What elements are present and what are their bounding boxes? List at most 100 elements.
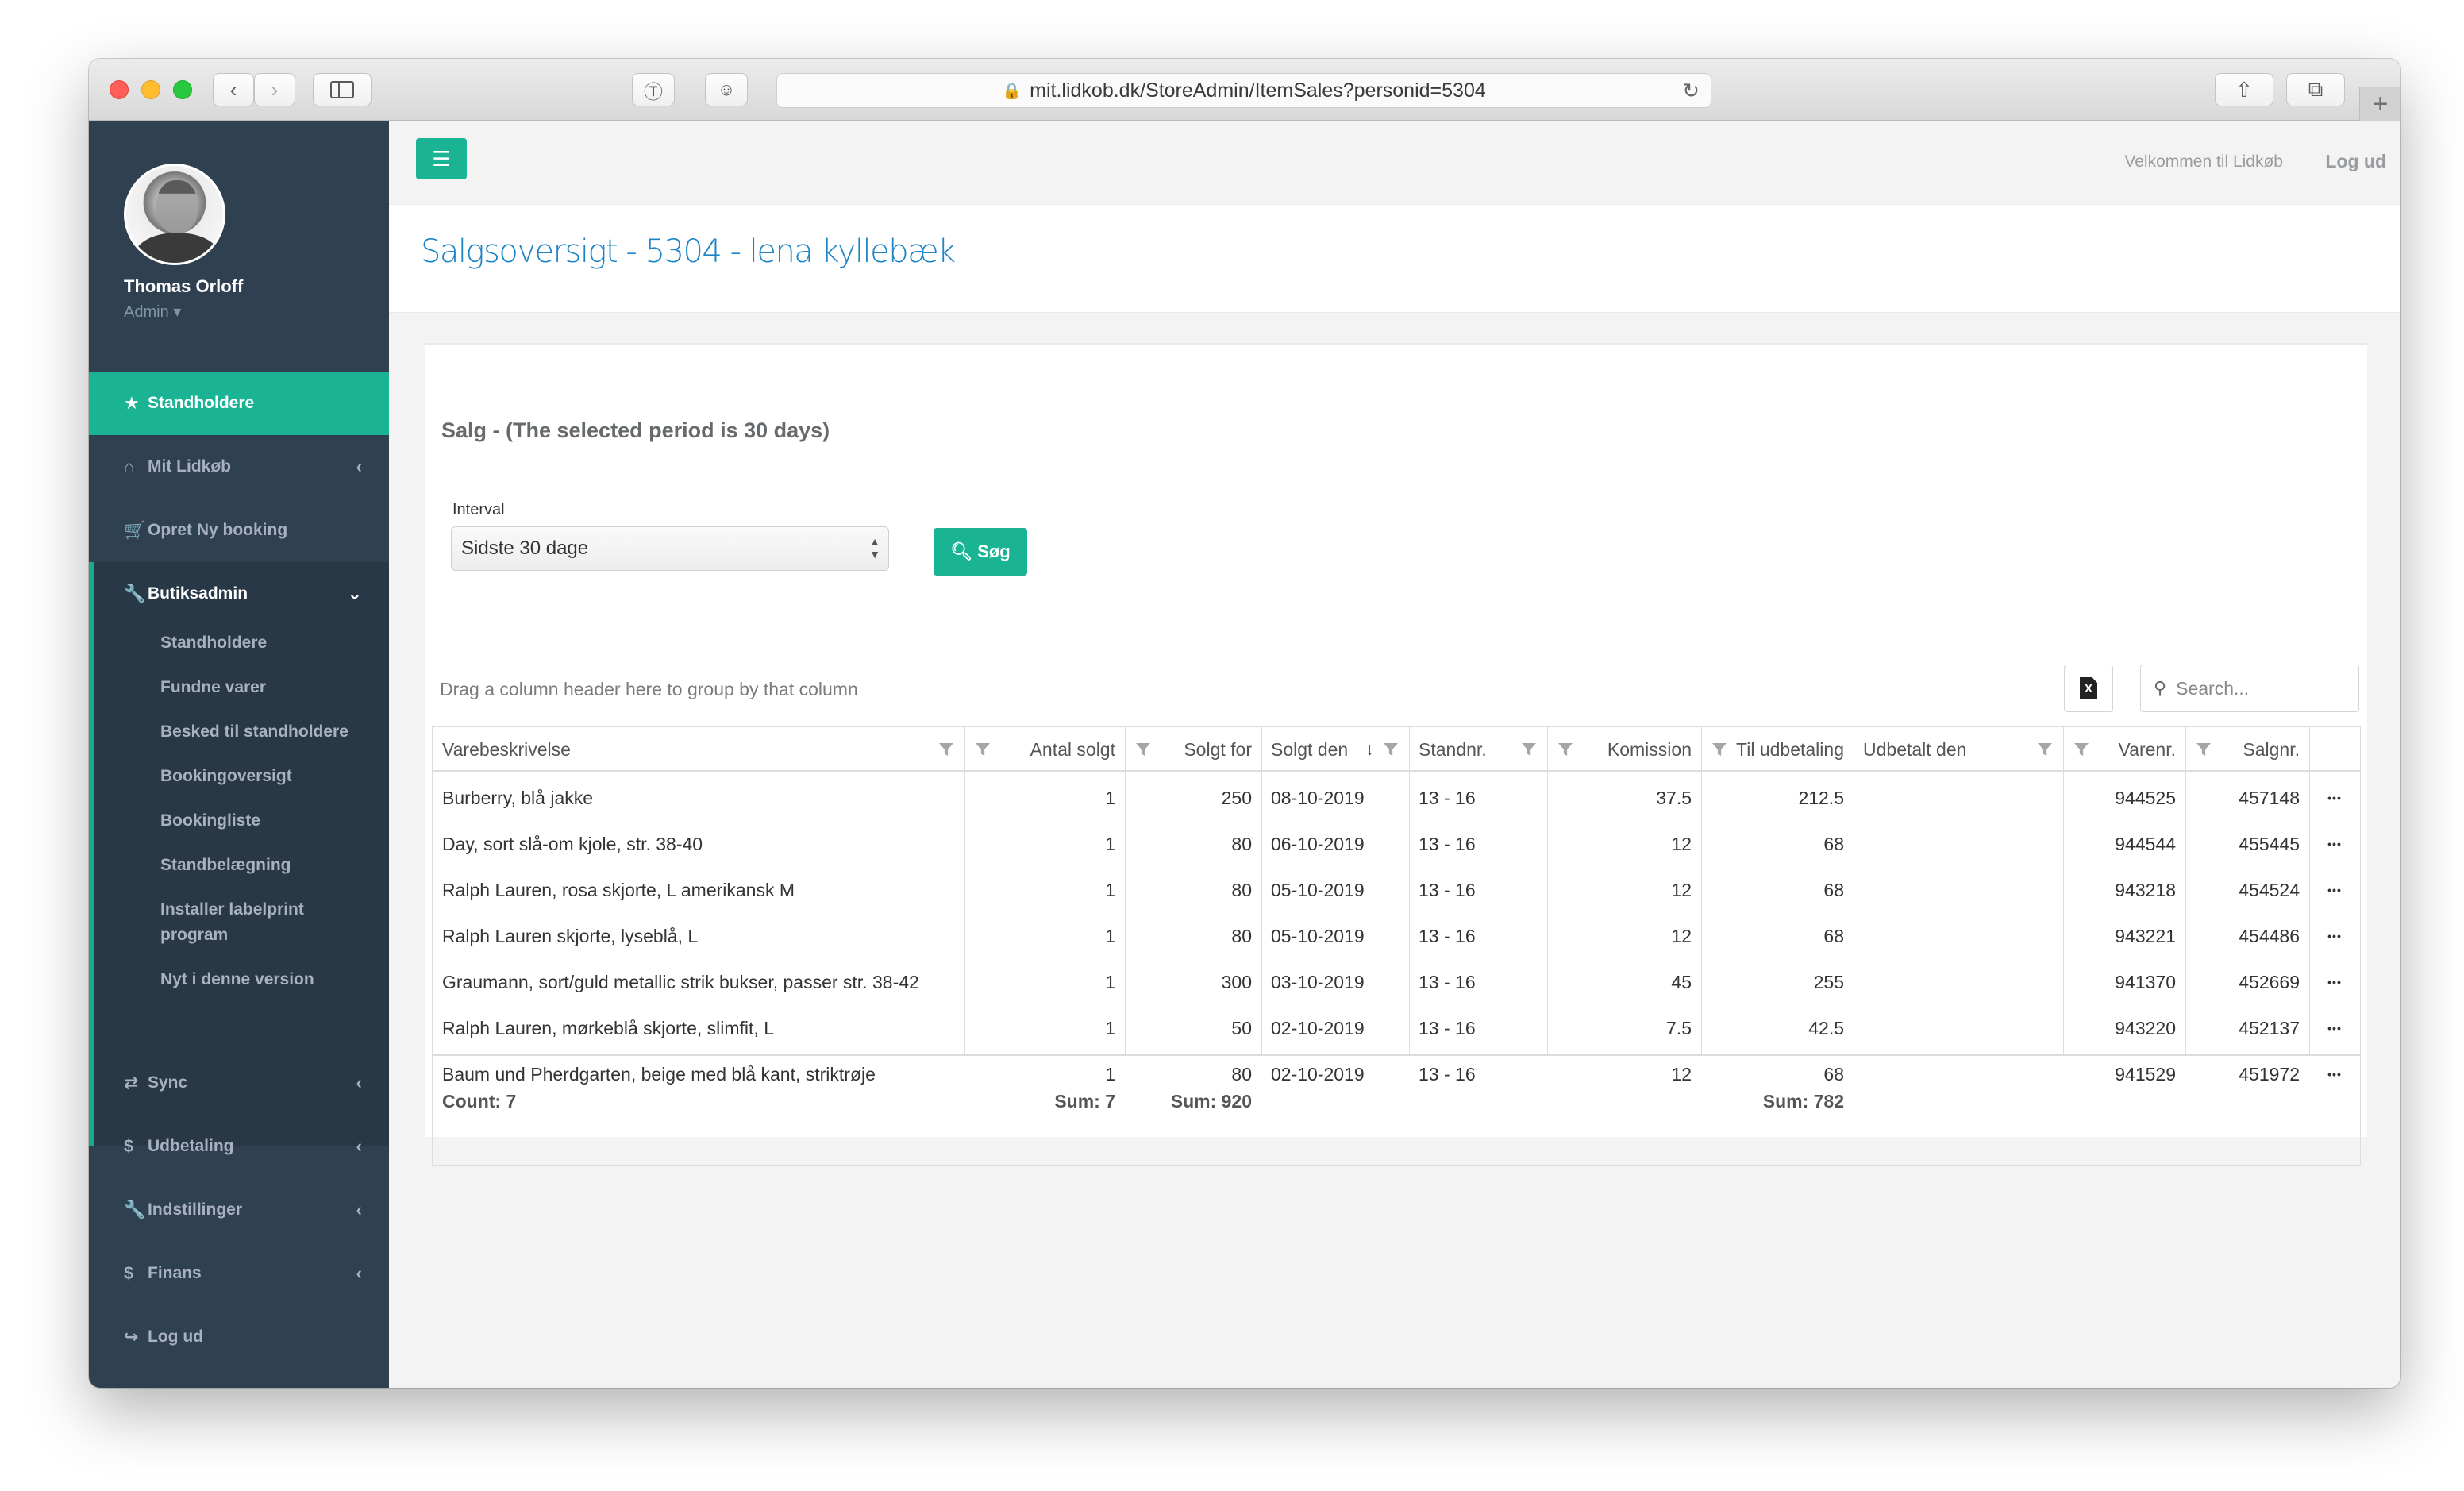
filter-icon[interactable] [1384,743,1398,756]
filter-icon[interactable] [939,743,953,756]
interval-select-value: Sidste 30 dage [461,537,589,559]
column-header-standnr[interactable]: Standnr. [1409,727,1547,772]
filter-icon[interactable] [1558,743,1573,756]
password-manager-button[interactable]: Ⓣ [632,73,675,106]
password-icon: Ⓣ [644,81,663,103]
sidebar-item-udbetaling[interactable]: $ Udbetaling ‹ [89,1115,389,1178]
tabs-icon: ⧉ [2308,77,2323,101]
column-header-antal-solgt[interactable]: Antal solgt [964,727,1125,772]
cell-solgt-for: 250 [1221,787,1252,808]
column-header-varenr[interactable]: Varenr. [2063,727,2185,772]
search-placeholder: Search... [2176,677,2250,699]
back-button[interactable]: ‹ [213,73,254,106]
cell-solgt-den: 02-10-2019 [1271,1063,1365,1085]
maximize-window-button[interactable] [173,80,192,99]
cell-udbetalt-den [1854,959,2063,1005]
submenu-item-besked[interactable]: Besked til standholdere [160,719,375,745]
interval-select[interactable]: Sidste 30 dage ▲ ▼ [451,526,889,571]
cell-til-udbetaling: 42.5 [1808,1017,1844,1038]
sidebar-item-standholdere[interactable]: ★ Standholdere [89,372,389,435]
close-window-button[interactable] [110,80,129,99]
cell-komission: 12 [1671,925,1692,946]
menu-toggle-button[interactable]: ☰ [416,138,467,179]
forward-button[interactable]: › [254,73,295,106]
table-row[interactable]: Burberry, blå jakke 1 250 08-10-2019 13 - 16… [433,775,2360,821]
column-header-solgt-for[interactable]: Solgt for [1125,727,1261,772]
row-actions-ellipsis-icon[interactable]: ••• [2309,913,2360,959]
welcome-text: Velkommen til Lidkøb [2124,152,2283,171]
grid-search-input[interactable]: ⚲ Search... [2140,665,2359,712]
submenu-item-installer-labelprint[interactable]: Installer labelprint program [160,897,375,948]
cell-udbetalt-den [1854,867,2063,913]
table-row[interactable]: Day, sort slå-om kjole, str. 38-40 1 80 06-… [433,821,2360,867]
sidebar-item-label: Butiksadmin [148,584,248,603]
sidebar-item-logud[interactable]: ↪ Log ud [89,1305,389,1369]
sidebar-item-finans[interactable]: $ Finans ‹ [89,1242,389,1305]
column-header-til-udbetaling[interactable]: Til udbetaling [1701,727,1854,772]
cell-til-udbetaling: 212.5 [1798,787,1844,808]
dollar-icon: $ [124,1263,134,1283]
row-actions-ellipsis-icon[interactable]: ••• [2309,821,2360,867]
column-header-salgnr[interactable]: Salgnr. [2185,727,2309,772]
sidebar-item-mit-lidkob[interactable]: ⌂ Mit Lidkøb ‹ [89,435,389,499]
table-row[interactable]: Ralph Lauren, mørkeblå skjorte, slimfit,… [433,1005,2360,1051]
sidebar-item-indstillinger[interactable]: 🔧 Indstillinger ‹ [89,1178,389,1242]
submenu-item-standholdere[interactable]: Standholdere [160,630,375,656]
filter-icon[interactable] [1136,743,1150,756]
new-tab-button[interactable]: + [2359,87,2400,121]
sidebar-item-opret-booking[interactable]: 🛒 Opret Ny booking [89,499,389,562]
filter-icon[interactable] [2038,743,2052,756]
search-button[interactable]: 🔍︎ Søg [934,528,1027,576]
logout-link[interactable]: Log ud [2325,151,2386,172]
hamburger-icon: ☰ [432,146,451,171]
submenu-item-nyt[interactable]: Nyt i denne version [160,967,375,992]
filter-icon[interactable] [1712,743,1727,756]
avatar[interactable] [124,164,225,265]
column-header-udbetalt-den[interactable]: Udbetalt den [1854,727,2063,772]
row-actions-ellipsis-icon[interactable]: ••• [2309,1005,2360,1051]
filter-icon[interactable] [976,743,990,756]
table-row[interactable]: Ralph Lauren skjorte, lyseblå, L 1 80 05-10… [433,913,2360,959]
extension-button[interactable]: ☺ [705,73,748,106]
row-actions-ellipsis-icon[interactable]: ••• [2309,1051,2360,1097]
cell-salgnr: 452137 [2239,1017,2300,1038]
submenu-item-bookingliste[interactable]: Bookingliste [160,808,375,834]
column-header-label: Varenr. [2118,738,2176,760]
row-actions-ellipsis-icon[interactable]: ••• [2309,959,2360,1005]
filter-icon[interactable] [2196,743,2211,756]
filter-icon[interactable] [1522,743,1536,756]
submenu-item-standbelaegning[interactable]: Standbelægning [160,853,375,878]
column-header-komission[interactable]: Komission [1547,727,1701,772]
row-actions-ellipsis-icon[interactable]: ••• [2309,775,2360,821]
sidebar-item-label: Finans [148,1264,202,1282]
table-row[interactable]: Graumann, sort/guld metallic strik bukse… [433,959,2360,1005]
profile-role-dropdown[interactable]: Admin ▾ [124,302,181,322]
cell-varebeskrivelse: Ralph Lauren, rosa skjorte, L amerikansk… [442,879,795,900]
filter-icon[interactable] [2074,743,2089,756]
minimize-window-button[interactable] [141,80,160,99]
cell-standnr: 13 - 16 [1419,971,1476,992]
footer-count: Count: 7 [442,1090,517,1112]
sidebar-item-butiksadmin[interactable]: 🔧 Butiksadmin ⌄ [89,562,389,626]
submenu-item-fundne-varer[interactable]: Fundne varer [160,675,375,700]
share-button[interactable]: ⇧ [2215,73,2273,106]
cell-til-udbetaling: 68 [1823,833,1844,854]
sidebar-item-label: Standholdere [148,394,255,412]
address-bar[interactable]: 🔒 mit.lidkob.dk/StoreAdmin/ItemSales?per… [776,73,1711,108]
top-navbar: ☰ Velkommen til Lidkøb Log ud [389,121,2400,205]
cell-varebeskrivelse: Ralph Lauren, mørkeblå skjorte, slimfit,… [442,1017,774,1038]
table-row[interactable]: Baum und Pherdgarten, beige med blå kant… [433,1051,2360,1097]
column-header-solgt-den[interactable]: Solgt den ↓ [1261,727,1409,772]
table-row[interactable]: Ralph Lauren, rosa skjorte, L amerikansk… [433,867,2360,913]
interval-label: Interval [452,501,505,518]
reload-icon[interactable]: ↻ [1682,79,1700,103]
column-header-varebeskrivelse[interactable]: Varebeskrivelse [433,727,964,772]
cell-varenr: 941370 [2115,971,2176,992]
export-excel-button[interactable]: X [2064,665,2113,712]
row-actions-ellipsis-icon[interactable]: ••• [2309,867,2360,913]
sidebar-toggle-button[interactable] [313,73,372,106]
sidebar-item-label: Indstillinger [148,1200,243,1219]
sidebar-item-sync[interactable]: ⇄ Sync ‹ [89,1051,389,1115]
submenu-item-bookingoversigt[interactable]: Bookingoversigt [160,764,375,789]
tabs-overview-button[interactable]: ⧉ [2286,73,2345,106]
